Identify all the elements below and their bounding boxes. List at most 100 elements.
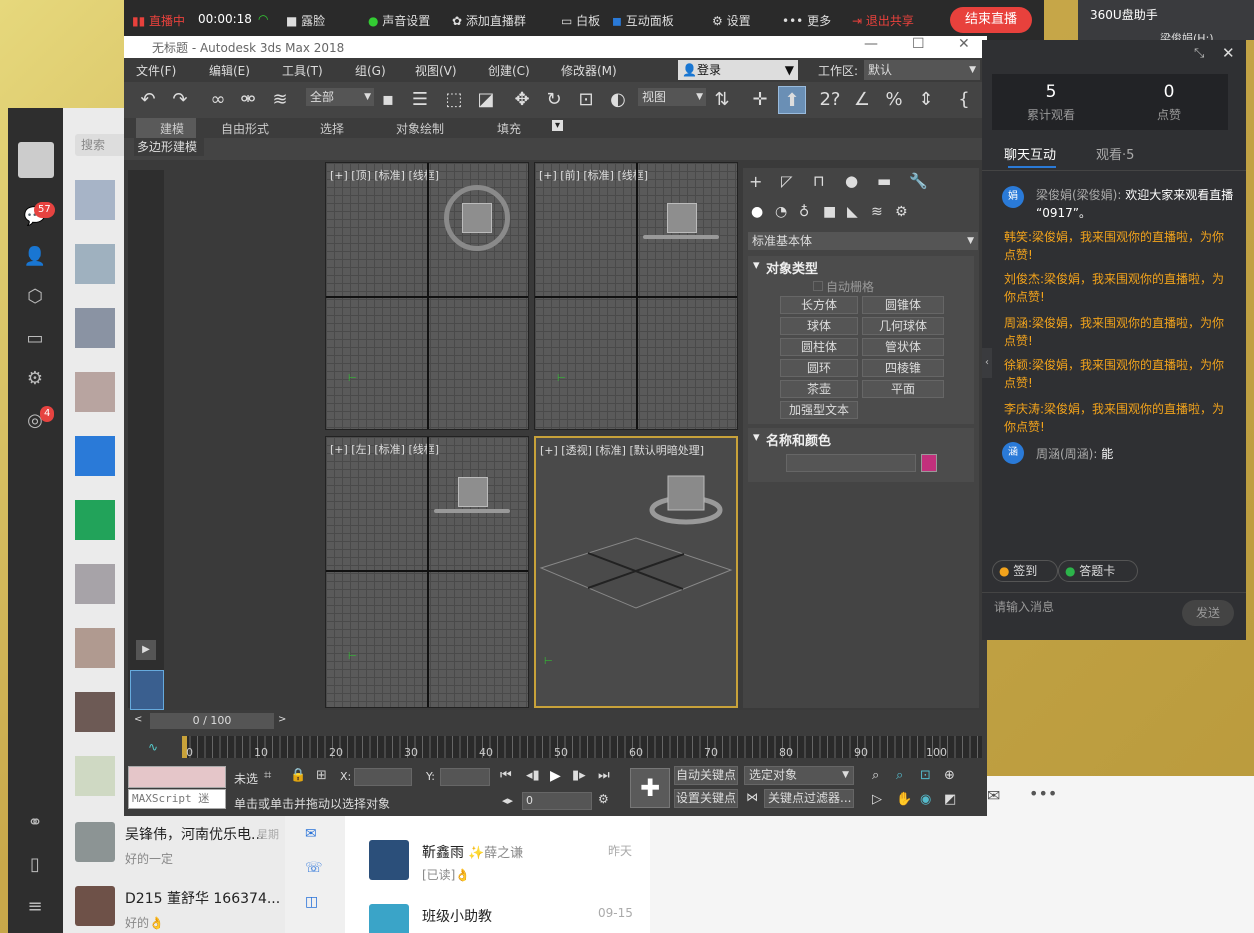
send-button[interactable]: 发送 (1182, 600, 1234, 626)
ribbon-subtab[interactable]: 多边形建模 (134, 138, 204, 156)
tube-button[interactable]: 管状体 (862, 338, 944, 356)
viewport-left[interactable]: [+] [左] [标准] [线框] ⊢ (325, 436, 529, 708)
key-filters-button[interactable]: 关键点过滤器... (764, 789, 854, 808)
zoom-extents-icon[interactable]: ⊡ (920, 768, 931, 783)
redo-icon[interactable]: ↷ (166, 86, 194, 114)
ribbon-toggle-icon[interactable]: ▾ (552, 120, 564, 131)
whiteboard[interactable]: ▭ 白板 (561, 12, 600, 29)
reference-coord-select[interactable]: 视图 ▼ (638, 88, 706, 106)
pivot-icon[interactable]: ⇅ (708, 86, 736, 114)
create-tab-icon[interactable]: + (749, 172, 762, 191)
plane-button[interactable]: 平面 (862, 380, 944, 398)
tab-object-paint[interactable]: 对象绘制 (396, 120, 444, 137)
link-icon[interactable]: ⚭ (22, 810, 48, 836)
avatar[interactable] (18, 142, 54, 178)
textplus-button[interactable]: 加强型文本 (780, 401, 858, 419)
mail-icon[interactable]: ✉ (987, 786, 1000, 805)
display-tab-icon[interactable]: ▬ (877, 172, 891, 190)
menu-view[interactable]: 视图(V) (415, 62, 457, 79)
phone-icon[interactable]: ☏ (305, 860, 323, 876)
rotate-icon[interactable]: ↻ (540, 86, 568, 114)
unlink-icon[interactable]: ⚮ (234, 86, 262, 114)
gear-icon[interactable]: ⚙ (22, 366, 48, 392)
named-selection-icon[interactable]: { (950, 86, 978, 114)
modify-tab-icon[interactable]: ◸ (781, 172, 793, 190)
more-menu[interactable]: ••• 更多 (782, 12, 831, 29)
list-item[interactable]: D215 董舒华 166374... 好的👌 (63, 876, 285, 933)
face-toggle[interactable]: ■ 露脸 (286, 12, 325, 29)
pyramid-button[interactable]: 四棱锥 (862, 359, 944, 377)
more-icon[interactable]: ••• (1029, 784, 1057, 803)
box-button[interactable]: 长方体 (780, 296, 858, 314)
snap-icon[interactable]: 2? (816, 86, 844, 114)
prev-frame-icon[interactable]: < (134, 714, 142, 725)
play-icon[interactable]: ▶ (550, 768, 561, 784)
tab-chat[interactable]: 聊天互动 (1004, 144, 1056, 163)
tab-modeling[interactable]: 建模 (136, 118, 196, 138)
go-to-end-icon[interactable]: ⏭ (598, 768, 610, 783)
teapot-button[interactable]: 茶壶 (780, 380, 858, 398)
next-key-icon[interactable]: ▮▸ (572, 768, 586, 783)
spacewarps-icon[interactable]: ≋ (871, 204, 883, 220)
audio-settings[interactable]: ● 声音设置 (368, 12, 430, 29)
zoom-extents-all-icon[interactable]: ⊕ (944, 768, 955, 783)
geosphere-button[interactable]: 几何球体 (862, 317, 944, 335)
keyboard-shortcut-icon[interactable]: ⬆ (778, 86, 806, 114)
settings[interactable]: ⚙ 设置 (712, 12, 751, 29)
menu-icon[interactable]: ≡ (22, 894, 48, 920)
folder-icon[interactable]: ▭ (22, 326, 48, 352)
exit-share-button[interactable]: ⇥ 退出共享 (852, 12, 914, 29)
key-mode-icon[interactable]: ⋈ (746, 790, 758, 804)
absolute-mode-icon[interactable]: ⊞ (316, 768, 327, 783)
auto-key-button[interactable]: 自动关键点 (674, 766, 738, 785)
time-settings-icon[interactable]: ⚙ (598, 792, 609, 806)
tab-freeform[interactable]: 自由形式 (221, 120, 269, 137)
maximize-button[interactable]: ☐ (912, 36, 925, 52)
motion-tab-icon[interactable]: ● (845, 172, 858, 190)
workspace-select[interactable]: 默认 ▼ (864, 60, 980, 80)
time-config-icon[interactable]: ◂▸ (502, 794, 513, 807)
viewport-layout-icon[interactable] (130, 670, 164, 710)
torus-button[interactable]: 圆环 (780, 359, 858, 377)
systems-icon[interactable]: ⚙ (895, 204, 908, 220)
mail-icon[interactable]: ✉ (305, 826, 317, 842)
tab-populate[interactable]: 填充 (497, 120, 521, 137)
x-coordinate-field[interactable] (354, 768, 412, 786)
category-select[interactable]: 标准基本体 ▼ (748, 232, 978, 250)
interaction-panel[interactable]: ◼ 互动面板 (612, 12, 674, 29)
hierarchy-tab-icon[interactable]: ⊓ (813, 172, 825, 190)
collapse-icon[interactable]: ⤡ (1194, 46, 1204, 61)
shapes-icon[interactable]: ◔ (775, 204, 787, 220)
cameras-icon[interactable]: ■ (823, 204, 836, 220)
window-crossing-icon[interactable]: ◪ (472, 86, 500, 114)
go-to-start-icon[interactable]: ⏮ (500, 768, 512, 783)
signin-button[interactable]: ● 签到 (992, 560, 1058, 582)
menu-group[interactable]: 组(G) (355, 62, 386, 79)
add-group[interactable]: ✿ 添加直播群 (452, 12, 526, 29)
select-object-icon[interactable]: ▪ (374, 86, 402, 114)
lights-icon[interactable]: ♁ (799, 204, 809, 220)
viewport-top[interactable]: [+] [顶] [标准] [线框] ⊢ (325, 162, 529, 430)
orbit-icon[interactable]: ◉ (920, 792, 931, 807)
utilities-tab-icon[interactable]: 🔧 (909, 172, 928, 190)
object-name-input[interactable] (786, 454, 916, 472)
pan-icon[interactable]: ✋ (896, 792, 912, 807)
isolate-icon[interactable]: ⌗ (264, 768, 271, 783)
undo-icon[interactable]: ↶ (134, 86, 162, 114)
rollout-toggle-icon[interactable]: ▾ (753, 430, 760, 445)
zoom-all-icon[interactable]: ⌕ (896, 768, 903, 783)
viewport-perspective[interactable]: [+] [透视] [标准] [默认明暗处理] ⊢ (534, 436, 738, 708)
expand-icon[interactable]: ▶ (136, 640, 156, 660)
contacts-icon[interactable]: 👤 (22, 244, 48, 270)
select-by-name-icon[interactable]: ☰ (406, 86, 434, 114)
menu-modifiers[interactable]: 修改器(M) (561, 62, 617, 79)
manipulate-icon[interactable]: ✛ (746, 86, 774, 114)
bind-space-warp-icon[interactable]: ≋ (266, 86, 294, 114)
script-listener-output[interactable] (128, 766, 226, 788)
next-frame-icon[interactable]: > (278, 714, 286, 725)
tab-watch[interactable]: 观看·5 (1096, 144, 1134, 163)
move-icon[interactable]: ✥ (508, 86, 536, 114)
sphere-button[interactable]: 球体 (780, 317, 858, 335)
link-icon[interactable]: ∞ (204, 86, 232, 114)
cylinder-button[interactable]: 圆柱体 (780, 338, 858, 356)
